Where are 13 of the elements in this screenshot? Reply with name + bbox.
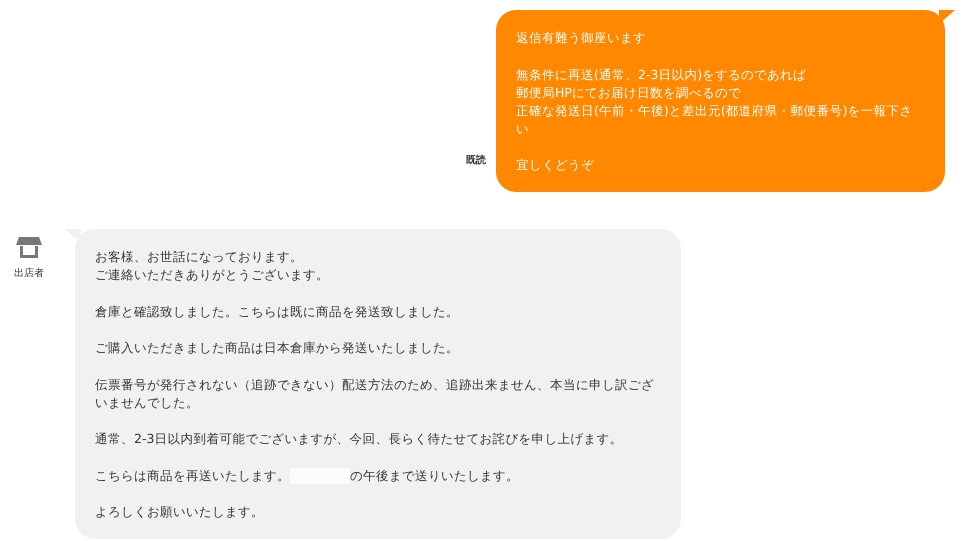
sender-name: 出店者 bbox=[14, 266, 44, 281]
message-paragraph: 返信有難う御座います bbox=[516, 29, 647, 47]
message-paragraph: 伝票番号が発行されない（追跡できない）配送方法のため、追跡出来ません、本当に申し訳ございませんでした。 bbox=[95, 376, 655, 412]
message-paragraph: 無条件に再送(通常、2-3日以内)をするのであれば 郵便局HPにてお届け日数を調べるので 正確な発送日(午前・午後)と差出元(都道府県・郵便番号)を一報下さい bbox=[516, 66, 914, 138]
message-paragraph: こちらは商品を再送いたします。 の午後まで送りいたします。 bbox=[95, 466, 520, 484]
message-paragraph: ご購入いただきました商品は日本倉庫から発送いたしました。 bbox=[95, 339, 460, 357]
shop-icon bbox=[16, 237, 42, 259]
message-paragraph: 通常、2-3日以内到着可能でございますが、今回、長らく待たせてお詫びを申し上げます。 bbox=[95, 430, 624, 448]
message-paragraph: 宜しくどうぞ bbox=[516, 156, 595, 174]
message-paragraph: お客様、お世話になっております。 ご連絡いただきありがとうございます。 bbox=[95, 248, 330, 284]
read-receipt: 既読 bbox=[466, 154, 486, 168]
message-paragraph: よろしくお願いいたします。 bbox=[95, 503, 265, 521]
message-paragraph: 倉庫と確認致しました。こちらは既に商品を発送致しました。 bbox=[95, 302, 460, 320]
